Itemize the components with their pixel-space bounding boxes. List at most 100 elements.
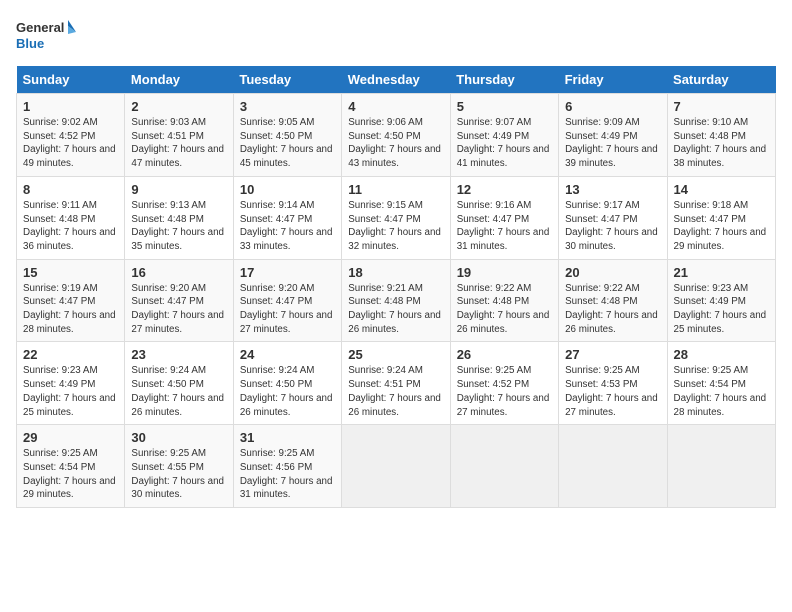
day-number: 23 (131, 347, 226, 362)
day-number: 2 (131, 99, 226, 114)
day-info: Sunrise: 9:17 AM Sunset: 4:47 PM Dayligh… (565, 199, 660, 254)
day-cell-5: 5 Sunrise: 9:07 AM Sunset: 4:49 PM Dayli… (450, 94, 558, 177)
sunset-label: Sunset: 4:51 PM (348, 379, 420, 390)
day-info: Sunrise: 9:25 AM Sunset: 4:53 PM Dayligh… (565, 364, 660, 419)
day-cell-8: 8 Sunrise: 9:11 AM Sunset: 4:48 PM Dayli… (17, 176, 125, 259)
daylight-label: Daylight: 7 hours and 31 minutes. (240, 476, 333, 501)
day-cell-31: 31 Sunrise: 9:25 AM Sunset: 4:56 PM Dayl… (233, 425, 341, 508)
day-cell-18: 18 Sunrise: 9:21 AM Sunset: 4:48 PM Dayl… (342, 259, 450, 342)
day-cell-24: 24 Sunrise: 9:24 AM Sunset: 4:50 PM Dayl… (233, 342, 341, 425)
daylight-label: Daylight: 7 hours and 25 minutes. (674, 310, 767, 335)
day-number: 4 (348, 99, 443, 114)
sunrise-label: Sunrise: 9:25 AM (240, 448, 315, 459)
day-info: Sunrise: 9:22 AM Sunset: 4:48 PM Dayligh… (457, 282, 552, 337)
daylight-label: Daylight: 7 hours and 47 minutes. (131, 144, 224, 169)
sunrise-label: Sunrise: 9:22 AM (565, 283, 640, 294)
day-cell-13: 13 Sunrise: 9:17 AM Sunset: 4:47 PM Dayl… (559, 176, 667, 259)
day-cell-4: 4 Sunrise: 9:06 AM Sunset: 4:50 PM Dayli… (342, 94, 450, 177)
day-info: Sunrise: 9:10 AM Sunset: 4:48 PM Dayligh… (674, 116, 769, 171)
weekday-header-monday: Monday (125, 66, 233, 94)
sunrise-label: Sunrise: 9:25 AM (674, 365, 749, 376)
empty-cell (450, 425, 558, 508)
day-number: 15 (23, 265, 118, 280)
sunrise-label: Sunrise: 9:25 AM (131, 448, 206, 459)
sunset-label: Sunset: 4:47 PM (674, 214, 746, 225)
daylight-label: Daylight: 7 hours and 38 minutes. (674, 144, 767, 169)
day-info: Sunrise: 9:06 AM Sunset: 4:50 PM Dayligh… (348, 116, 443, 171)
sunrise-label: Sunrise: 9:23 AM (674, 283, 749, 294)
day-info: Sunrise: 9:05 AM Sunset: 4:50 PM Dayligh… (240, 116, 335, 171)
day-number: 27 (565, 347, 660, 362)
day-number: 8 (23, 182, 118, 197)
daylight-label: Daylight: 7 hours and 29 minutes. (674, 227, 767, 252)
sunset-label: Sunset: 4:53 PM (565, 379, 637, 390)
sunset-label: Sunset: 4:47 PM (348, 214, 420, 225)
sunset-label: Sunset: 4:48 PM (23, 214, 95, 225)
day-number: 3 (240, 99, 335, 114)
sunset-label: Sunset: 4:50 PM (240, 131, 312, 142)
svg-text:Blue: Blue (16, 36, 44, 51)
sunrise-label: Sunrise: 9:21 AM (348, 283, 423, 294)
day-cell-22: 22 Sunrise: 9:23 AM Sunset: 4:49 PM Dayl… (17, 342, 125, 425)
day-cell-25: 25 Sunrise: 9:24 AM Sunset: 4:51 PM Dayl… (342, 342, 450, 425)
daylight-label: Daylight: 7 hours and 26 minutes. (240, 393, 333, 418)
day-number: 17 (240, 265, 335, 280)
daylight-label: Daylight: 7 hours and 41 minutes. (457, 144, 550, 169)
day-cell-27: 27 Sunrise: 9:25 AM Sunset: 4:53 PM Dayl… (559, 342, 667, 425)
sunrise-label: Sunrise: 9:05 AM (240, 117, 315, 128)
day-number: 6 (565, 99, 660, 114)
sunset-label: Sunset: 4:52 PM (23, 131, 95, 142)
weekday-header-sunday: Sunday (17, 66, 125, 94)
day-info: Sunrise: 9:21 AM Sunset: 4:48 PM Dayligh… (348, 282, 443, 337)
daylight-label: Daylight: 7 hours and 27 minutes. (457, 393, 550, 418)
day-cell-6: 6 Sunrise: 9:09 AM Sunset: 4:49 PM Dayli… (559, 94, 667, 177)
day-cell-29: 29 Sunrise: 9:25 AM Sunset: 4:54 PM Dayl… (17, 425, 125, 508)
sunset-label: Sunset: 4:48 PM (565, 296, 637, 307)
daylight-label: Daylight: 7 hours and 28 minutes. (674, 393, 767, 418)
weekday-header-friday: Friday (559, 66, 667, 94)
sunrise-label: Sunrise: 9:25 AM (23, 448, 98, 459)
sunrise-label: Sunrise: 9:22 AM (457, 283, 532, 294)
svg-text:General: General (16, 20, 64, 35)
sunrise-label: Sunrise: 9:03 AM (131, 117, 206, 128)
day-info: Sunrise: 9:25 AM Sunset: 4:54 PM Dayligh… (23, 447, 118, 502)
sunrise-label: Sunrise: 9:24 AM (348, 365, 423, 376)
daylight-label: Daylight: 7 hours and 49 minutes. (23, 144, 116, 169)
sunrise-label: Sunrise: 9:06 AM (348, 117, 423, 128)
daylight-label: Daylight: 7 hours and 26 minutes. (131, 393, 224, 418)
day-number: 22 (23, 347, 118, 362)
day-info: Sunrise: 9:24 AM Sunset: 4:51 PM Dayligh… (348, 364, 443, 419)
weekday-header-thursday: Thursday (450, 66, 558, 94)
day-cell-2: 2 Sunrise: 9:03 AM Sunset: 4:51 PM Dayli… (125, 94, 233, 177)
day-cell-11: 11 Sunrise: 9:15 AM Sunset: 4:47 PM Dayl… (342, 176, 450, 259)
sunset-label: Sunset: 4:51 PM (131, 131, 203, 142)
day-info: Sunrise: 9:15 AM Sunset: 4:47 PM Dayligh… (348, 199, 443, 254)
day-info: Sunrise: 9:20 AM Sunset: 4:47 PM Dayligh… (240, 282, 335, 337)
daylight-label: Daylight: 7 hours and 39 minutes. (565, 144, 658, 169)
daylight-label: Daylight: 7 hours and 25 minutes. (23, 393, 116, 418)
sunrise-label: Sunrise: 9:19 AM (23, 283, 98, 294)
day-info: Sunrise: 9:20 AM Sunset: 4:47 PM Dayligh… (131, 282, 226, 337)
sunrise-label: Sunrise: 9:10 AM (674, 117, 749, 128)
day-cell-26: 26 Sunrise: 9:25 AM Sunset: 4:52 PM Dayl… (450, 342, 558, 425)
daylight-label: Daylight: 7 hours and 26 minutes. (565, 310, 658, 335)
day-cell-3: 3 Sunrise: 9:05 AM Sunset: 4:50 PM Dayli… (233, 94, 341, 177)
daylight-label: Daylight: 7 hours and 33 minutes. (240, 227, 333, 252)
sunrise-label: Sunrise: 9:09 AM (565, 117, 640, 128)
day-cell-14: 14 Sunrise: 9:18 AM Sunset: 4:47 PM Dayl… (667, 176, 775, 259)
sunrise-label: Sunrise: 9:14 AM (240, 200, 315, 211)
day-number: 11 (348, 182, 443, 197)
daylight-label: Daylight: 7 hours and 30 minutes. (565, 227, 658, 252)
sunrise-label: Sunrise: 9:24 AM (131, 365, 206, 376)
sunset-label: Sunset: 4:56 PM (240, 462, 312, 473)
day-number: 26 (457, 347, 552, 362)
sunrise-label: Sunrise: 9:24 AM (240, 365, 315, 376)
day-number: 30 (131, 430, 226, 445)
daylight-label: Daylight: 7 hours and 26 minutes. (457, 310, 550, 335)
daylight-label: Daylight: 7 hours and 26 minutes. (348, 393, 441, 418)
day-info: Sunrise: 9:25 AM Sunset: 4:54 PM Dayligh… (674, 364, 769, 419)
sunset-label: Sunset: 4:48 PM (348, 296, 420, 307)
sunset-label: Sunset: 4:47 PM (131, 296, 203, 307)
day-number: 18 (348, 265, 443, 280)
daylight-label: Daylight: 7 hours and 27 minutes. (240, 310, 333, 335)
